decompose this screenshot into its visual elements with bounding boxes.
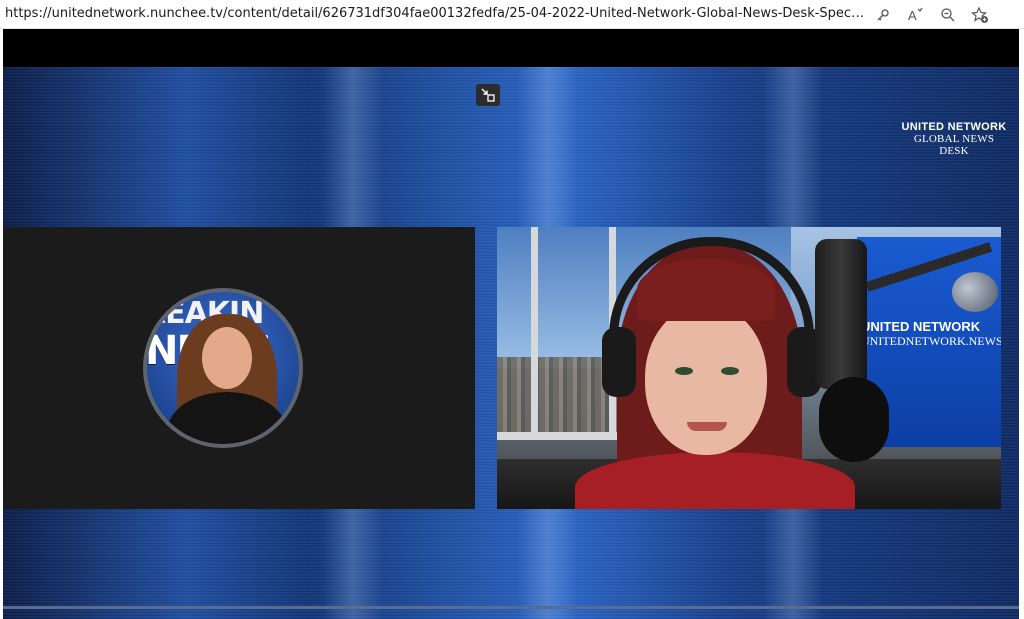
- studio-screen-text: UNITED NETWORK UNITEDNETWORK.NEWS: [861, 319, 1001, 349]
- screen-line-2: UNITEDNETWORK.NEWS: [861, 334, 1001, 348]
- zoom-icon[interactable]: [938, 5, 958, 25]
- guest-avatar: REAKIN NEWS: [143, 288, 303, 448]
- read-aloud-icon[interactable]: A: [906, 5, 926, 25]
- logo-line-1: UNITED NETWORK: [901, 121, 1007, 133]
- mic-mount-knob: [952, 272, 998, 312]
- host-mouth: [687, 422, 727, 431]
- key-icon[interactable]: [873, 5, 893, 25]
- microphone-windscreen: [819, 377, 889, 462]
- network-logo: UNITED NETWORK GLOBAL NEWS DESK: [899, 121, 1009, 157]
- guest-video-panel: REAKIN NEWS: [3, 227, 475, 509]
- stage-divider: [3, 606, 1019, 609]
- headphones-earcup: [602, 327, 636, 397]
- logo-line-2: GLOBAL NEWS DESK: [913, 133, 995, 157]
- host-eye: [675, 367, 693, 375]
- microphone: [815, 239, 867, 389]
- exit-fullscreen-icon: [481, 88, 495, 102]
- video-player[interactable]: UNITED NETWORK GLOBAL NEWS DESK REAKIN N…: [3, 29, 1019, 619]
- url-field[interactable]: https://unitednetwork.nunchee.tv/content…: [5, 6, 865, 21]
- svg-text:A: A: [908, 8, 917, 23]
- exit-fullscreen-button[interactable]: [476, 84, 500, 106]
- guest-face: [202, 327, 252, 389]
- address-bar[interactable]: https://unitednetwork.nunchee.tv/content…: [0, 0, 1024, 29]
- host-eye: [721, 367, 739, 375]
- screen-line-1: UNITED NETWORK: [861, 319, 981, 334]
- host-video-panel: UNITED NETWORK UNITEDNETWORK.NEWS: [497, 227, 1001, 509]
- letterbox-band: [3, 29, 1019, 67]
- window-frame: [531, 227, 538, 437]
- add-favorite-icon[interactable]: [970, 5, 990, 25]
